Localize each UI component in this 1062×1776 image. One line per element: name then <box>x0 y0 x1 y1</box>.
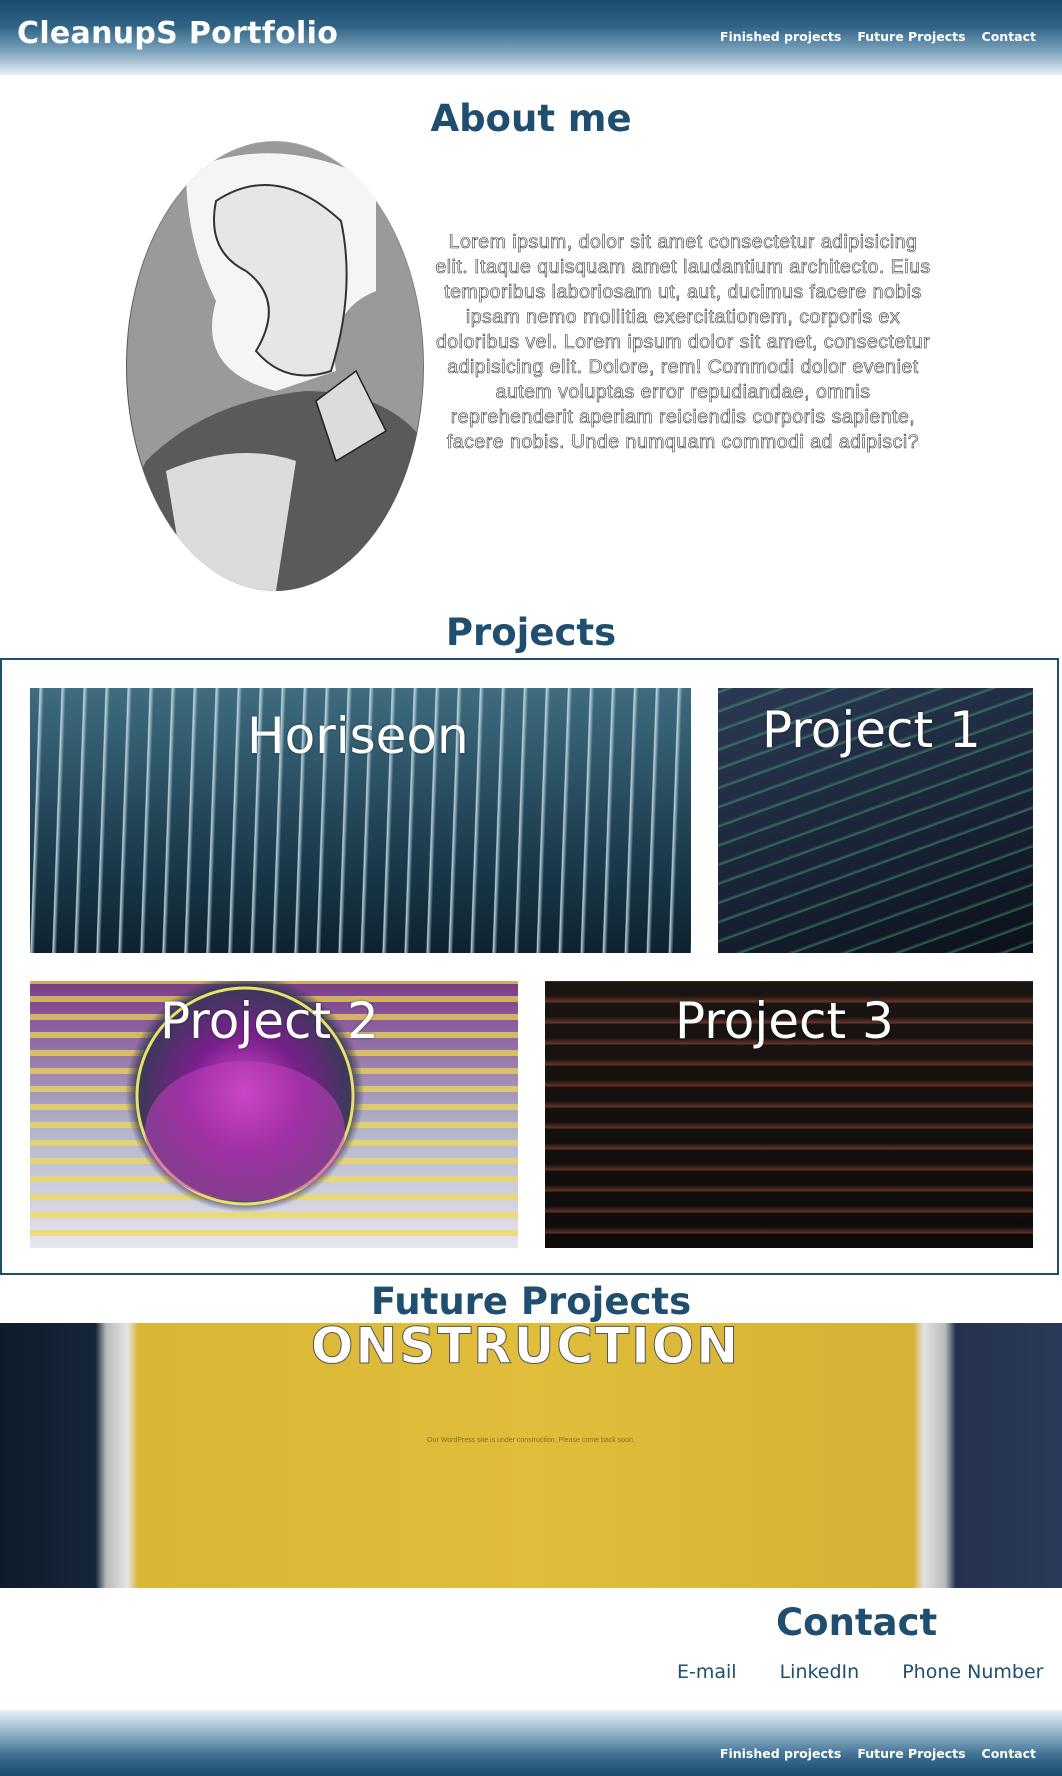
header-nav: Finished projects Future Projects Contac… <box>720 29 1036 44</box>
project-card-label: Project 1 <box>762 701 981 759</box>
site-footer: Finished projects Future Projects Contac… <box>0 1710 1062 1776</box>
project-card-2[interactable]: Project 2 <box>30 981 518 1248</box>
construction-note: Our WordPress site is under construction… <box>427 1437 635 1444</box>
project-card-label: Project 2 <box>160 992 379 1050</box>
site-header: CleanupS Portfolio Finished projects Fut… <box>0 0 1062 75</box>
portrait-figure-icon <box>126 142 424 591</box>
contact-phone-link[interactable]: Phone Number <box>902 1661 1043 1683</box>
projects-title: Projects <box>445 611 617 654</box>
nav-finished-projects[interactable]: Finished projects <box>720 29 841 44</box>
contact-email-link[interactable]: E-mail <box>677 1661 737 1683</box>
contact-linkedin-link[interactable]: LinkedIn <box>780 1661 860 1683</box>
project-card-horiseon[interactable]: Horiseon <box>30 688 691 953</box>
contact-links: E-mail LinkedIn Phone Number <box>677 1661 1043 1683</box>
footer-nav-finished-projects[interactable]: Finished projects <box>720 1746 841 1761</box>
about-description: Lorem ipsum, dolor sit amet consectetur … <box>435 231 931 454</box>
nav-future-projects[interactable]: Future Projects <box>857 29 965 44</box>
future-projects-image: ONSTRUCTION Our WordPress site is under … <box>0 1323 1062 1588</box>
footer-nav: Finished projects Future Projects Contac… <box>720 1746 1036 1761</box>
site-brand: CleanupS Portfolio <box>17 16 339 51</box>
project-card-1[interactable]: Project 1 <box>718 688 1033 953</box>
portrait-image <box>126 141 424 591</box>
footer-nav-contact[interactable]: Contact <box>982 1746 1036 1761</box>
about-title: About me <box>430 97 632 140</box>
project-card-label: Horiseon <box>247 707 469 765</box>
nav-contact[interactable]: Contact <box>982 29 1036 44</box>
contact-title: Contact <box>776 1601 938 1644</box>
project-card-3[interactable]: Project 3 <box>545 981 1033 1248</box>
footer-nav-future-projects[interactable]: Future Projects <box>857 1746 965 1761</box>
project-card-label: Project 3 <box>675 992 894 1050</box>
future-projects-title: Future Projects <box>370 1280 692 1323</box>
construction-banner: ONSTRUCTION <box>310 1323 741 1376</box>
